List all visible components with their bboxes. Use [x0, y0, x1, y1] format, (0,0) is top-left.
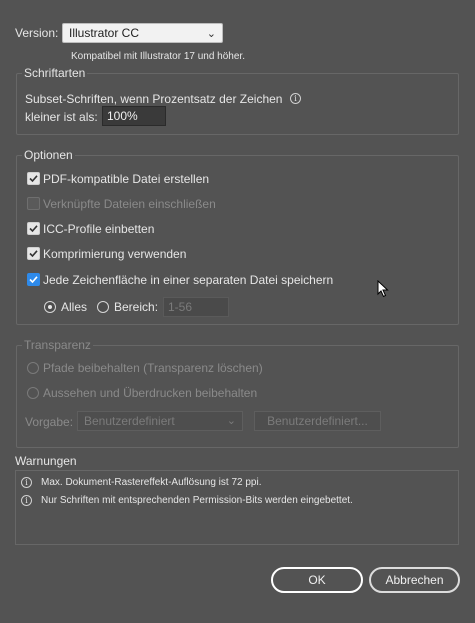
ok-button[interactable]: OK — [271, 567, 363, 593]
keep-appearance-radio[interactable] — [27, 387, 39, 399]
warning-item: Nur Schriften mit entsprechenden Permiss… — [41, 495, 353, 506]
cancel-button[interactable]: Abbrechen — [369, 567, 460, 593]
range-label: Bereich: — [114, 300, 159, 314]
subset-text-line1: Subset-Schriften, wenn Prozentsatz der Z… — [25, 92, 283, 106]
keep-paths-radio[interactable] — [27, 362, 39, 374]
icc-profiles-checkbox[interactable] — [27, 222, 40, 235]
info-icon: i — [21, 477, 32, 488]
preset-dropdown[interactable]: Benutzerdefiniert ⌄ — [77, 411, 243, 431]
version-label: Version: — [15, 26, 59, 40]
version-note: Kompatibel mit Illustrator 17 und höher. — [71, 51, 245, 62]
range-radio[interactable] — [97, 301, 109, 313]
pdf-compatible-label: PDF-kompatible Datei erstellen — [43, 172, 210, 186]
chevron-down-icon: ⌄ — [206, 28, 216, 40]
subset-text-line2: kleiner ist als: — [25, 110, 98, 124]
custom-preset-button[interactable]: Benutzerdefiniert... — [254, 411, 381, 431]
info-icon[interactable]: i — [290, 93, 301, 104]
warning-item: Max. Dokument-Rastereffekt-Auflösung ist… — [41, 477, 262, 488]
all-label: Alles — [61, 300, 88, 314]
artboards-separate-checkbox[interactable] — [27, 273, 40, 286]
linked-files-checkbox[interactable] — [27, 197, 40, 210]
transparency-group-title: Transparenz — [22, 338, 93, 352]
pdf-compatible-checkbox[interactable] — [27, 172, 40, 185]
compression-checkbox[interactable] — [27, 247, 40, 260]
info-icon: i — [21, 495, 32, 506]
fonts-group-title: Schriftarten — [22, 66, 88, 80]
artboards-separate-label: Jede Zeichenfläche in einer separaten Da… — [43, 273, 334, 287]
preset-label: Vorgabe: — [25, 415, 74, 429]
linked-files-label: Verknüpfte Dateien einschließen — [43, 197, 216, 211]
warnings-title: Warnungen — [15, 454, 77, 468]
mouse-cursor-icon — [377, 280, 389, 298]
chevron-down-icon: ⌄ — [226, 415, 236, 427]
version-selected: Illustrator CC — [69, 26, 140, 40]
warnings-box: i Max. Dokument-Rastereffekt-Auflösung i… — [15, 470, 459, 545]
subset-percent-input[interactable]: 100% — [102, 106, 166, 126]
keep-appearance-label: Aussehen und Überdrucken beibehalten — [43, 386, 258, 400]
compression-label: Komprimierung verwenden — [43, 247, 187, 261]
all-radio[interactable] — [44, 301, 56, 313]
keep-paths-label: Pfade beibehalten (Transparenz löschen) — [43, 361, 263, 375]
range-input[interactable]: 1-56 — [163, 297, 229, 317]
preset-value: Benutzerdefiniert — [84, 414, 175, 428]
version-dropdown[interactable]: Illustrator CC ⌄ — [62, 23, 223, 43]
icc-profiles-label: ICC-Profile einbetten — [43, 222, 155, 236]
options-group-title: Optionen — [22, 148, 75, 162]
